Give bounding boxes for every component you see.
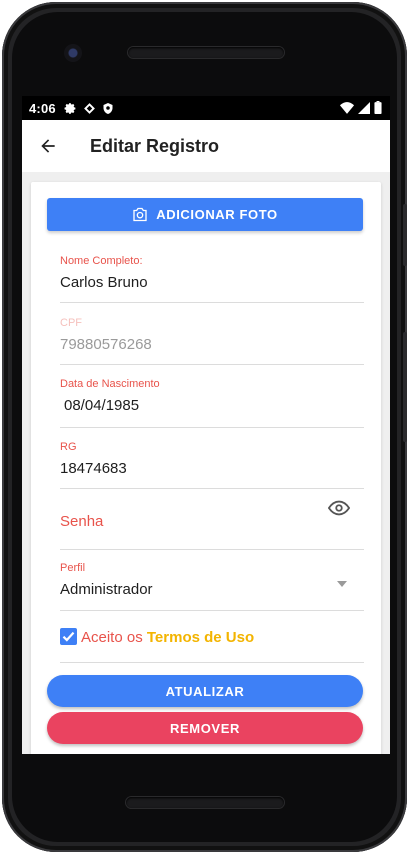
eye-icon xyxy=(328,500,350,516)
profile-select[interactable]: Perfil Administrador xyxy=(60,562,364,611)
battery-icon xyxy=(374,101,382,114)
birthdate-label: Data de Nascimento xyxy=(60,378,160,390)
top-speaker xyxy=(128,47,284,58)
profile-value: Administrador xyxy=(60,581,153,598)
rg-value: 18474683 xyxy=(60,460,127,477)
add-photo-label: ADICIONAR FOTO xyxy=(156,207,278,222)
location-diamond-icon xyxy=(83,102,95,114)
bottom-speaker xyxy=(126,797,284,808)
birthdate-field[interactable]: Data de Nascimento 08/04/1985 xyxy=(60,378,364,428)
volume-button xyxy=(403,332,407,442)
terms-prefix: Aceito os xyxy=(81,629,143,646)
cpf-label: CPF xyxy=(60,317,82,329)
name-value: Carlos Bruno xyxy=(60,274,148,291)
power-button xyxy=(403,204,407,266)
terms-row: Aceito os Termos de Uso xyxy=(60,626,364,663)
dropdown-arrow-icon xyxy=(337,581,347,587)
cpf-value: 79880576268 xyxy=(60,336,152,353)
shield-icon xyxy=(103,102,113,114)
password-placeholder: Senha xyxy=(60,513,104,530)
password-field[interactable]: Senha xyxy=(60,492,364,550)
check-icon xyxy=(62,631,75,642)
signal-icon xyxy=(358,101,370,114)
birthdate-value: 08/04/1985 xyxy=(64,397,140,414)
name-label: Nome Completo: xyxy=(60,255,143,267)
page-title: Editar Registro xyxy=(90,135,220,156)
update-button[interactable]: ATUALIZAR xyxy=(47,675,363,707)
toggle-visibility-button[interactable] xyxy=(326,497,352,519)
status-bar: 4:06 xyxy=(22,96,390,120)
wifi-icon xyxy=(340,101,354,114)
app-bar: Editar Registro xyxy=(22,120,390,172)
rg-label: RG xyxy=(60,441,77,453)
rg-field[interactable]: RG 18474683 xyxy=(60,441,364,489)
settings-icon xyxy=(64,102,76,114)
back-button[interactable] xyxy=(28,126,68,166)
front-camera xyxy=(64,44,82,62)
terms-label: Aceito os Termos de Uso xyxy=(81,629,254,646)
profile-label: Perfil xyxy=(60,562,86,574)
status-time: 4:06 xyxy=(29,100,56,116)
terms-checkbox[interactable] xyxy=(60,628,77,645)
name-field[interactable]: Nome Completo: Carlos Bruno xyxy=(60,255,364,303)
arrow-back-icon xyxy=(41,139,55,153)
cpf-field: CPF 79880576268 xyxy=(60,317,364,365)
terms-link[interactable]: Termos de Uso xyxy=(147,629,254,646)
camera-icon xyxy=(133,207,147,222)
remove-button[interactable]: REMOVER xyxy=(47,712,363,744)
add-photo-button[interactable]: ADICIONAR FOTO xyxy=(47,198,363,231)
